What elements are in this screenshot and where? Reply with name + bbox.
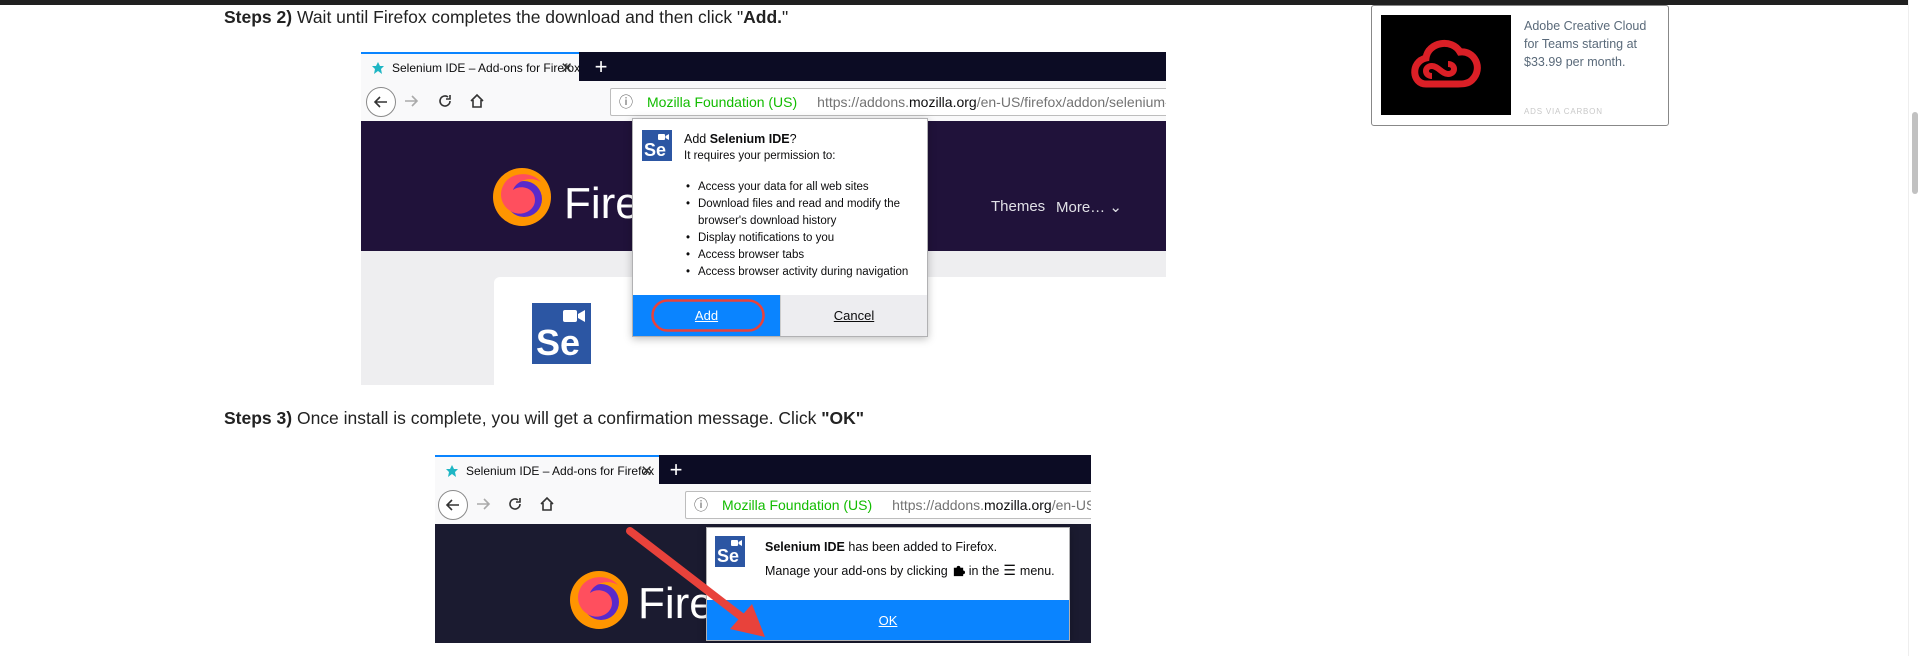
selenium-logo-icon: Se bbox=[532, 303, 591, 364]
reload-icon[interactable] bbox=[505, 494, 525, 514]
manage-prefix: Manage your add-ons by clicking bbox=[765, 563, 948, 578]
tab-close-icon[interactable]: ✕ bbox=[560, 59, 573, 77]
permission-item: Access browser tabs bbox=[684, 247, 924, 264]
step2-label: Steps 2) bbox=[224, 7, 293, 27]
back-arrow-icon[interactable] bbox=[366, 87, 396, 117]
added-text: has been added to Firefox. bbox=[844, 540, 998, 554]
dialog-title-suffix: ? bbox=[789, 132, 797, 146]
added-addon-name: Selenium IDE bbox=[765, 540, 845, 554]
ad-via-carbon[interactable]: ADS VIA CARBON bbox=[1524, 107, 1603, 116]
firefox-logo-icon bbox=[570, 571, 628, 629]
add-extension-dialog: Se Add Selenium IDE? It requires your pe… bbox=[632, 118, 928, 337]
step2-close: " bbox=[782, 7, 789, 27]
permission-item: Access your data for all web sites bbox=[684, 179, 924, 196]
chevron-down-icon: ⌄ bbox=[1109, 199, 1122, 216]
site-identity: Mozilla Foundation (US) bbox=[647, 94, 798, 110]
step3-paragraph: Steps 3) Once install is complete, you w… bbox=[224, 408, 864, 429]
dialog-button-row: Add Cancel bbox=[633, 295, 927, 336]
step2-text: Wait until Firefox completes the downloa… bbox=[296, 7, 744, 27]
url-bar[interactable]: ⓘ Mozilla Foundation (US) https://addons… bbox=[610, 88, 1166, 116]
scrollbar-thumb[interactable] bbox=[1912, 112, 1918, 194]
permissions-list: Access your data for all web sites Downl… bbox=[684, 179, 924, 281]
nav-toolbar: ⓘ Mozilla Foundation (US) https://addons… bbox=[361, 81, 1166, 122]
video-camera-icon bbox=[563, 310, 585, 322]
step3-text: Once install is complete, you will get a… bbox=[296, 408, 822, 428]
screenshot-add-dialog: Selenium IDE – Add-ons for Firefox ✕ + ⓘ… bbox=[361, 52, 1166, 385]
selenium-logo-icon-small: Se bbox=[642, 130, 672, 161]
tab-strip: Selenium IDE – Add-ons for Firefox ✕ + bbox=[435, 455, 1091, 484]
add-button[interactable]: Add bbox=[633, 295, 780, 336]
adobe-cc-logo[interactable] bbox=[1381, 15, 1511, 115]
screenshot-added-confirmation: Selenium IDE – Add-ons for Firefox ✕ + ⓘ… bbox=[435, 455, 1091, 643]
back-arrow-icon[interactable] bbox=[438, 490, 468, 520]
dialog-title-prefix: Add bbox=[684, 132, 710, 146]
manage-suffix: menu. bbox=[1019, 563, 1055, 578]
permission-item: Display notifications to you bbox=[684, 230, 924, 247]
annotation-arrow-icon bbox=[626, 527, 765, 637]
step3-label: Steps 3) bbox=[224, 408, 293, 428]
tab-close-icon[interactable]: ✕ bbox=[640, 462, 653, 480]
site-identity: Mozilla Foundation (US) bbox=[722, 497, 873, 513]
info-icon[interactable]: ⓘ bbox=[694, 495, 708, 515]
forward-arrow-icon[interactable] bbox=[401, 91, 421, 111]
page-scrollbar[interactable] bbox=[1908, 0, 1920, 656]
added-message: Selenium IDE has been added to Firefox. bbox=[765, 540, 997, 554]
step2-paragraph: Steps 2) Wait until Firefox completes th… bbox=[224, 7, 788, 28]
step3-bold: "OK" bbox=[821, 408, 865, 428]
nav-more-label: More… bbox=[1056, 199, 1106, 216]
browser-tab[interactable]: Selenium IDE – Add-ons for Firefox ✕ bbox=[361, 52, 579, 81]
nav-toolbar: ⓘ Mozilla Foundation (US) https://addons… bbox=[435, 484, 1091, 525]
firefox-logo-icon bbox=[493, 168, 551, 226]
dialog-title-name: Selenium IDE bbox=[709, 132, 790, 146]
permission-item: Access browser activity during navigatio… bbox=[684, 264, 924, 281]
tab-title: Selenium IDE – Add-ons for Firefox bbox=[466, 463, 655, 478]
tab-title: Selenium IDE – Add-ons for Firefox bbox=[392, 60, 579, 75]
home-icon[interactable] bbox=[537, 494, 557, 514]
info-icon[interactable]: ⓘ bbox=[619, 92, 633, 112]
nav-more-link[interactable]: More… ⌄ bbox=[1056, 198, 1122, 216]
cancel-button[interactable]: Cancel bbox=[780, 295, 927, 336]
highlight-ellipse-icon bbox=[651, 299, 765, 332]
step2-bold: Add. bbox=[743, 7, 783, 27]
selenium-logo-text: Se bbox=[536, 322, 581, 363]
new-tab-button[interactable]: + bbox=[586, 52, 616, 81]
selenium-logo-text: Se bbox=[644, 140, 667, 160]
ad-text[interactable]: Adobe Creative Cloud for Teams starting … bbox=[1524, 17, 1656, 71]
nav-themes-link[interactable]: Themes bbox=[991, 198, 1045, 215]
permission-item: Download files and read and modify the b… bbox=[684, 196, 924, 230]
url-bar[interactable]: ⓘ Mozilla Foundation (US) https://addons… bbox=[685, 491, 1091, 519]
url-text: https://addons.mozilla.org/en-US/firefox… bbox=[817, 94, 1166, 110]
dialog-subtitle: It requires your permission to: bbox=[684, 150, 836, 162]
home-icon[interactable] bbox=[467, 91, 487, 111]
hamburger-menu-icon: ☰ bbox=[1003, 562, 1016, 578]
addon-favicon-icon bbox=[446, 464, 458, 477]
dialog-title: Add Selenium IDE? bbox=[684, 132, 797, 146]
browser-tab[interactable]: Selenium IDE – Add-ons for Firefox ✕ bbox=[435, 455, 659, 484]
url-suffix: /en-US/firefox/ bbox=[1051, 497, 1091, 513]
url-prefix: https://addons. bbox=[892, 497, 985, 513]
url-prefix: https://addons. bbox=[817, 94, 910, 110]
reload-icon[interactable] bbox=[435, 91, 455, 111]
forward-arrow-icon[interactable] bbox=[473, 494, 493, 514]
manage-middle: in the bbox=[968, 563, 1000, 578]
new-tab-button[interactable]: + bbox=[661, 455, 691, 484]
creative-cloud-icon bbox=[1411, 40, 1481, 88]
puzzle-piece-icon bbox=[953, 565, 965, 577]
tab-strip: Selenium IDE – Add-ons for Firefox ✕ + bbox=[361, 52, 1166, 81]
url-suffix: /en-US/firefox/addon/selenium-ide/ bbox=[976, 94, 1166, 110]
manage-message: Manage your add-ons by clicking in the ☰… bbox=[765, 562, 1055, 579]
addon-favicon-icon bbox=[372, 61, 384, 74]
url-text: https://addons.mozilla.org/en-US/firefox… bbox=[892, 497, 1091, 513]
url-domain: mozilla.org bbox=[984, 497, 1052, 513]
carbon-ad[interactable]: Adobe Creative Cloud for Teams starting … bbox=[1371, 5, 1669, 126]
url-domain: mozilla.org bbox=[909, 94, 977, 110]
